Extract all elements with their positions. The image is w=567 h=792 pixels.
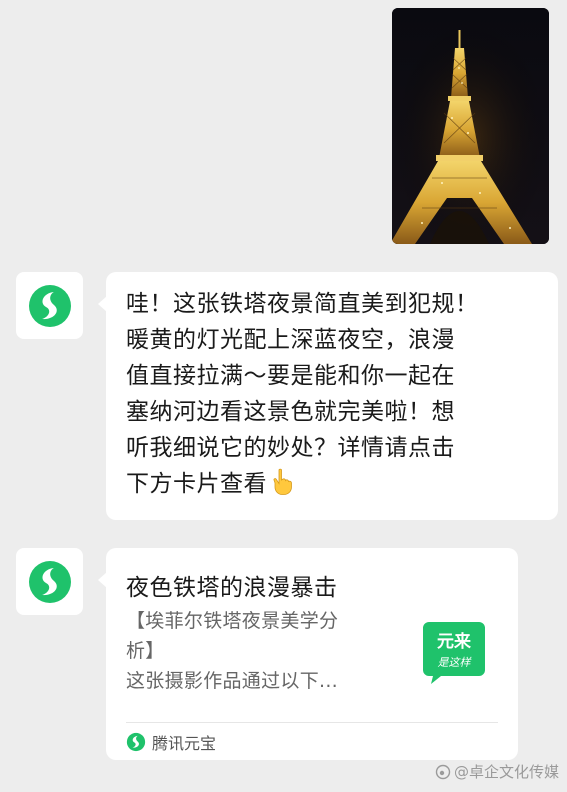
yuanbao-logo-icon [28, 560, 71, 603]
message-line: 值直接拉满～要是能和你一起在 [126, 363, 455, 389]
message-text: 哇！这张铁塔夜景简直美到犯规！ 暖黄的灯光配上深蓝夜空，浪漫 值直接拉满～要是能… [126, 286, 546, 502]
watermark-text: @卓企文化传媒 [453, 763, 559, 781]
card-source-label: 腾讯元宝 [152, 734, 217, 753]
bot-avatar[interactable] [16, 272, 83, 339]
card-desc-line: 这张摄影作品通过以下... [126, 670, 339, 692]
card-description: 【埃菲尔铁塔夜景美学分 析】 这张摄影作品通过以下... [126, 606, 396, 696]
watermark: @卓企文化传媒 [435, 761, 559, 782]
card-source: 腾讯元宝 [126, 730, 216, 754]
thumb-line-1: 元来 [437, 631, 472, 652]
thumb-line-2: 是这样 [438, 656, 473, 669]
pointing-down-hand-icon [273, 468, 292, 495]
card-desc-line: 【埃菲尔铁塔夜景美学分 [126, 610, 339, 632]
yuanbao-logo-icon [126, 732, 146, 752]
message-line: 听我细说它的妙处？详情请点击 [126, 435, 455, 461]
card-desc-line: 析】 [126, 640, 165, 662]
chat-window: 哇！这张铁塔夜景简直美到犯规！ 暖黄的灯光配上深蓝夜空，浪漫 值直接拉满～要是能… [0, 0, 567, 792]
card-thumbnail: 元来 是这样 [423, 622, 485, 684]
message-line: 暖黄的灯光配上深蓝夜空，浪漫 [126, 327, 455, 353]
card-title: 夜色铁塔的浪漫暴击 [126, 575, 338, 601]
eiffel-tower-image [392, 8, 549, 244]
card-divider [126, 722, 498, 723]
message-line: 下方卡片查看 [126, 471, 267, 497]
bot-avatar[interactable] [16, 548, 83, 615]
yuanbao-logo-icon [28, 284, 71, 327]
sent-photo[interactable] [392, 8, 549, 244]
message-line: 塞纳河边看这景色就完美啦！想 [126, 399, 455, 425]
weibo-logo-icon [435, 764, 451, 779]
link-card[interactable]: 夜色铁塔的浪漫暴击 【埃菲尔铁塔夜景美学分 析】 这张摄影作品通过以下... 元… [98, 548, 518, 760]
message-bubble[interactable]: 哇！这张铁塔夜景简直美到犯规！ 暖黄的灯光配上深蓝夜空，浪漫 值直接拉满～要是能… [98, 272, 558, 520]
message-line: 哇！这张铁塔夜景简直美到犯规！ [126, 291, 479, 317]
